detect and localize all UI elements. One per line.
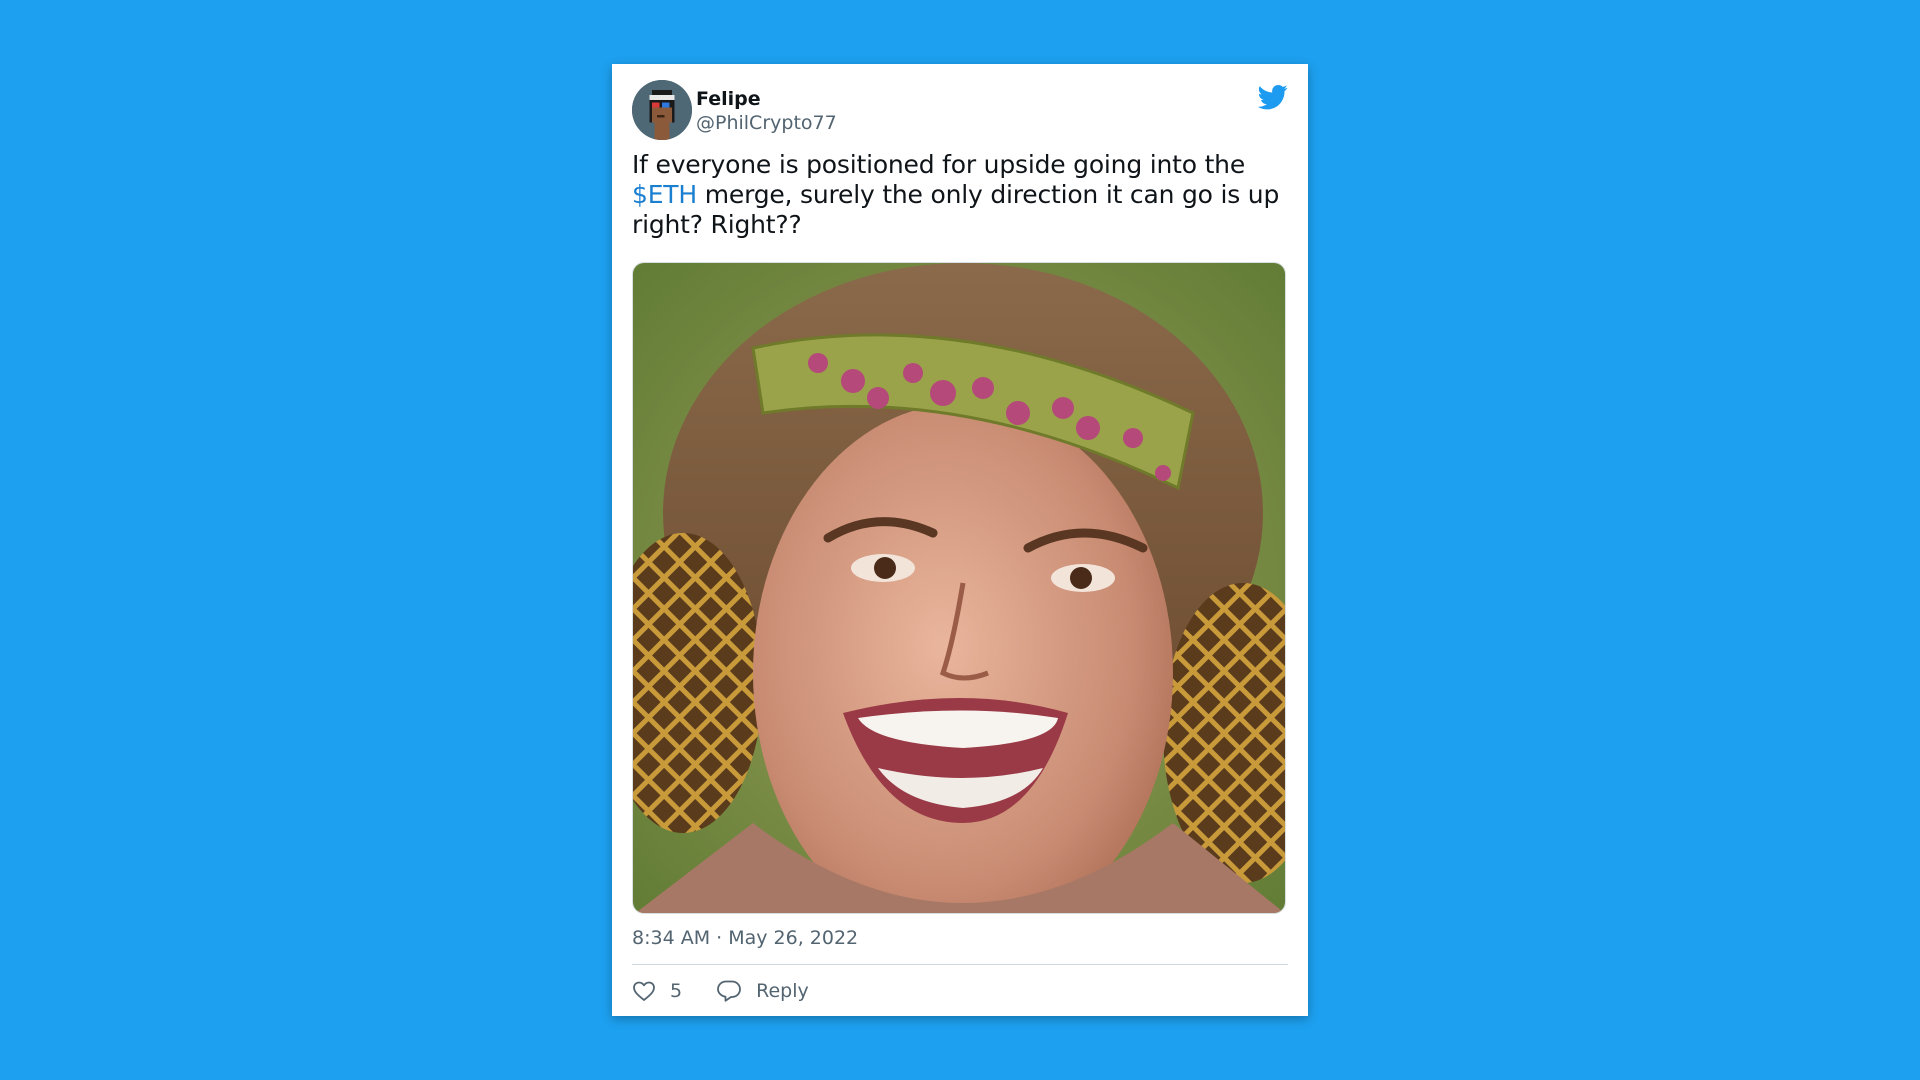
tweet-header: Felipe @PhilCrypto77 [632,80,1288,142]
tweet-text: If everyone is positioned for upside goi… [632,150,1292,240]
tweet-timestamp[interactable]: 8:34 AM · May 26, 2022 [632,926,858,950]
heart-icon [633,981,655,1001]
tweet-text-part-2: merge, surely the only direction it can … [632,180,1280,239]
twitter-bird-icon[interactable] [1257,82,1288,112]
tweet-card: Felipe @PhilCrypto77 If everyone is posi… [612,64,1308,1016]
like-button[interactable]: 5 [632,979,682,1003]
pixel-avatar-icon [632,80,692,140]
author-block[interactable]: Felipe @PhilCrypto77 [696,87,837,135]
cashtag-link[interactable]: $ETH [632,180,697,209]
page-background: Felipe @PhilCrypto77 If everyone is posi… [0,0,1920,1080]
avatar[interactable] [632,80,692,140]
author-handle[interactable]: @PhilCrypto77 [696,111,837,135]
reply-label: Reply [756,980,809,1002]
speech-bubble-icon [717,980,741,1002]
reply-button[interactable]: Reply [716,979,809,1003]
tweet-text-part-1: If everyone is positioned for upside goi… [632,150,1245,179]
tweet-photo[interactable] [632,262,1286,914]
tweet-actions: 5 Reply [632,976,809,1006]
like-count: 5 [670,980,683,1002]
author-name[interactable]: Felipe [696,87,837,111]
divider [632,964,1288,965]
